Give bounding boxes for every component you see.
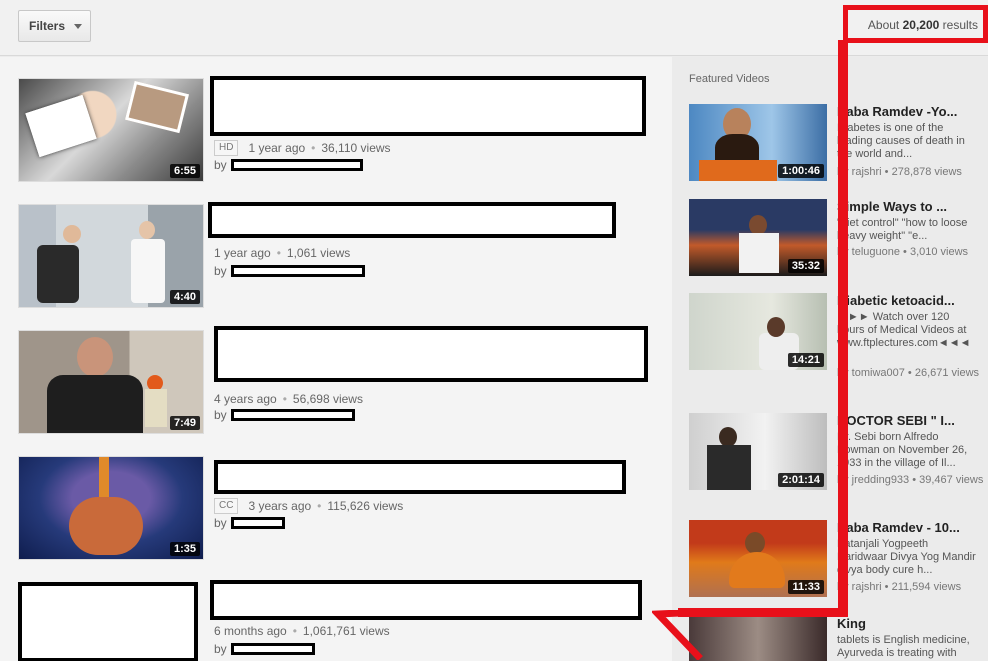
featured-description: Dr. Sebi born Alfredo Bowman on November… bbox=[837, 431, 968, 469]
featured-meta: by teluguone • 3,010 views bbox=[837, 246, 969, 258]
featured-description: "diet control" "how to loose heavy weigh… bbox=[837, 217, 968, 242]
video-duration: 11:33 bbox=[788, 580, 824, 594]
result-item[interactable]: 7:49 4 years ago • 56,698 views by bbox=[18, 326, 668, 440]
video-duration: 4:40 bbox=[169, 290, 200, 304]
chevron-down-icon bbox=[74, 23, 83, 29]
featured-meta: by jredding933 • 39,467 views bbox=[837, 474, 984, 486]
featured-title[interactable]: Diabetic ketoacid... bbox=[837, 293, 977, 308]
annotation-arrowhead-icon bbox=[652, 610, 706, 660]
video-thumbnail-redacted[interactable] bbox=[18, 582, 198, 661]
result-item[interactable]: 1:35 CC 3 years ago • 115,626 views by bbox=[18, 456, 668, 566]
featured-thumbnail[interactable]: 14:21 bbox=[689, 293, 827, 370]
upload-age: 6 months ago bbox=[214, 624, 287, 638]
video-meta: 6 months ago • 1,061,761 views bbox=[214, 624, 390, 638]
uploader-redacted[interactable] bbox=[230, 159, 363, 171]
annotation-highlight-box bbox=[843, 5, 988, 43]
uploader-redacted[interactable] bbox=[230, 409, 355, 421]
view-count: 36,110 views bbox=[321, 141, 391, 155]
featured-description: ►►► Watch over 120 hours of Medical Vide… bbox=[837, 311, 971, 349]
video-title-redacted[interactable] bbox=[214, 326, 648, 382]
featured-thumbnail[interactable] bbox=[689, 616, 827, 661]
filters-label: Filters bbox=[29, 19, 66, 33]
featured-thumbnail[interactable]: 1:00:46 bbox=[689, 104, 827, 181]
view-count: 1,061,761 views bbox=[302, 624, 390, 638]
featured-description: Diabetes is one of the leading causes of… bbox=[837, 122, 965, 160]
featured-title[interactable]: Baba Ramdev - 10... bbox=[837, 520, 977, 535]
upload-age: 4 years ago bbox=[214, 392, 277, 406]
video-duration: 2:01:14 bbox=[778, 473, 824, 487]
video-meta: CC 3 years ago • 115,626 views bbox=[214, 498, 403, 514]
featured-thumbnail[interactable]: 35:32 bbox=[689, 199, 827, 276]
video-meta: 1 year ago • 1,061 views bbox=[214, 246, 351, 260]
featured-description: tablets is English medicine, Ayurveda is… bbox=[837, 634, 970, 659]
uploader-line: by bbox=[214, 264, 365, 278]
video-title-redacted[interactable] bbox=[210, 580, 642, 620]
uploader-line: by bbox=[214, 642, 315, 656]
upload-age: 3 years ago bbox=[248, 499, 312, 513]
annotation-arrow-line bbox=[838, 40, 848, 616]
result-item[interactable]: 6:55 HD 1 year ago • 36,110 views by bbox=[18, 76, 668, 188]
video-duration: 6:55 bbox=[169, 164, 200, 178]
result-item[interactable]: 6 months ago • 1,061,761 views by bbox=[18, 580, 668, 661]
video-thumbnail[interactable]: 6:55 bbox=[18, 78, 204, 182]
filters-button[interactable]: Filters bbox=[18, 10, 91, 42]
video-title-redacted[interactable] bbox=[214, 460, 626, 494]
video-meta: HD 1 year ago • 36,110 views bbox=[214, 140, 391, 156]
uploader-line: by bbox=[214, 158, 363, 172]
hd-badge: HD bbox=[214, 140, 239, 156]
cc-badge: CC bbox=[214, 498, 239, 514]
uploader-redacted[interactable] bbox=[230, 265, 365, 277]
featured-title[interactable]: Simple Ways to ... bbox=[837, 199, 977, 214]
featured-meta: by tomiwa007 • 26,671 views bbox=[837, 367, 980, 379]
uploader-line: by bbox=[214, 408, 355, 422]
uploader-redacted[interactable] bbox=[230, 643, 315, 655]
featured-title[interactable]: DOCTOR SEBI " I... bbox=[837, 413, 977, 428]
video-duration: 7:49 bbox=[169, 416, 200, 430]
uploader-line: by bbox=[214, 516, 285, 530]
upload-age: 1 year ago bbox=[214, 246, 271, 260]
video-thumbnail[interactable]: 1:35 bbox=[18, 456, 204, 560]
featured-description: Patanjali Yogpeeth Haridwaar Divya Yog M… bbox=[837, 538, 976, 576]
video-duration: 1:00:46 bbox=[778, 164, 824, 178]
video-thumbnail[interactable]: 7:49 bbox=[18, 330, 204, 434]
featured-meta: by rajshri • 278,878 views bbox=[837, 166, 962, 178]
featured-title[interactable]: King bbox=[837, 616, 977, 631]
view-count: 1,061 views bbox=[286, 246, 351, 260]
upload-age: 1 year ago bbox=[248, 141, 306, 155]
featured-videos-heading: Featured Videos bbox=[689, 73, 770, 85]
video-thumbnail[interactable]: 4:40 bbox=[18, 204, 204, 308]
featured-meta: by rajshri • 211,594 views bbox=[837, 581, 962, 593]
video-meta: 4 years ago • 56,698 views bbox=[214, 392, 363, 406]
view-count: 115,626 views bbox=[327, 499, 404, 513]
result-item[interactable]: 4:40 1 year ago • 1,061 views by bbox=[18, 202, 668, 314]
uploader-redacted[interactable] bbox=[230, 517, 285, 529]
video-duration: 35:32 bbox=[787, 259, 824, 273]
featured-thumbnail[interactable]: 11:33 bbox=[689, 520, 827, 597]
featured-thumbnail[interactable]: 2:01:14 bbox=[689, 413, 827, 490]
video-duration: 1:35 bbox=[169, 542, 200, 556]
video-duration: 14:21 bbox=[787, 353, 824, 367]
featured-title[interactable]: Baba Ramdev -Yo... bbox=[837, 104, 977, 119]
view-count: 56,698 views bbox=[292, 392, 363, 406]
video-title-redacted[interactable] bbox=[210, 76, 646, 136]
video-title-redacted[interactable] bbox=[208, 202, 616, 238]
